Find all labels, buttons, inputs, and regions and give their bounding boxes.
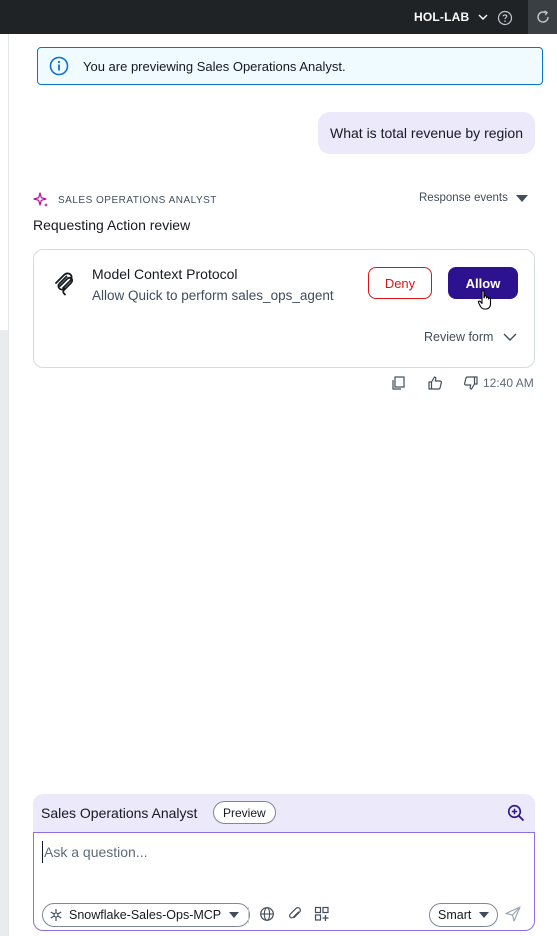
mcp-server-selector[interactable]: Snowflake-Sales-Ops-MCP: [42, 903, 251, 927]
zoom-in-icon[interactable]: [507, 804, 525, 822]
hand-cursor-icon: [477, 290, 492, 310]
caret-down-icon: [479, 912, 490, 918]
feedback-row: 12:40 AM: [390, 374, 534, 392]
account-menu[interactable]: HOL-LAB: [414, 0, 488, 34]
copy-icon[interactable]: [390, 375, 406, 391]
mcp-icon: [55, 272, 74, 296]
send-icon[interactable]: [504, 905, 522, 923]
add-widget-icon[interactable]: [314, 906, 330, 922]
question-input[interactable]: [42, 841, 522, 863]
composer-box: Snowflake-Sales-Ops-MCP Smart: [33, 832, 535, 931]
banner-text: You are previewing Sales Operations Anal…: [83, 58, 346, 74]
deny-button[interactable]: Deny: [368, 267, 432, 299]
response-events-toggle[interactable]: Response events: [419, 192, 528, 204]
chevron-down-icon: [503, 333, 517, 341]
preview-banner: You are previewing Sales Operations Anal…: [37, 47, 543, 85]
top-bar: HOL-LAB: [0, 0, 557, 34]
card-description: Allow Quick to perform sales_ops_agent: [92, 288, 334, 303]
info-icon: [49, 56, 69, 76]
action-review-card: Model Context Protocol Allow Quick to pe…: [33, 249, 535, 368]
composer-agent-name: Sales Operations Analyst: [41, 805, 198, 821]
left-scroll-rail: [0, 34, 9, 936]
message-timestamp: 12:40 AM: [483, 376, 534, 390]
agent-name: SALES OPERATIONS ANALYST: [58, 194, 217, 206]
review-form-toggle[interactable]: Review form: [424, 330, 517, 344]
toolbar-divider: [248, 907, 249, 923]
refresh-icon: [536, 10, 549, 23]
caret-down-icon: [229, 912, 240, 918]
account-label: HOL-LAB: [414, 10, 470, 24]
mode-label: Smart: [438, 908, 472, 922]
response-events-label: Response events: [419, 192, 508, 204]
review-form-label: Review form: [424, 330, 494, 344]
thumbs-down-icon[interactable]: [463, 375, 479, 391]
attach-icon[interactable]: [287, 906, 303, 922]
chevron-down-icon: [478, 14, 488, 20]
scrollbar-thumb[interactable]: [0, 330, 8, 936]
globe-icon[interactable]: [259, 906, 275, 922]
request-title: Requesting Action review: [33, 217, 191, 233]
preview-badge: Preview: [213, 801, 276, 824]
agent-header: SALES OPERATIONS ANALYST: [33, 192, 217, 208]
sparkle-icon: [33, 192, 48, 207]
caret-down-icon: [515, 194, 528, 202]
help-icon[interactable]: [497, 10, 513, 26]
refresh-button[interactable]: [528, 0, 557, 34]
composer-header: Sales Operations Analyst Preview: [33, 794, 535, 832]
snowflake-icon: [50, 909, 62, 921]
mode-selector[interactable]: Smart: [429, 903, 499, 927]
card-title: Model Context Protocol: [92, 266, 238, 282]
user-message-bubble: What is total revenue by region: [318, 112, 535, 154]
mcp-server-label: Snowflake-Sales-Ops-MCP: [69, 908, 222, 922]
thumbs-up-icon[interactable]: [427, 375, 443, 391]
